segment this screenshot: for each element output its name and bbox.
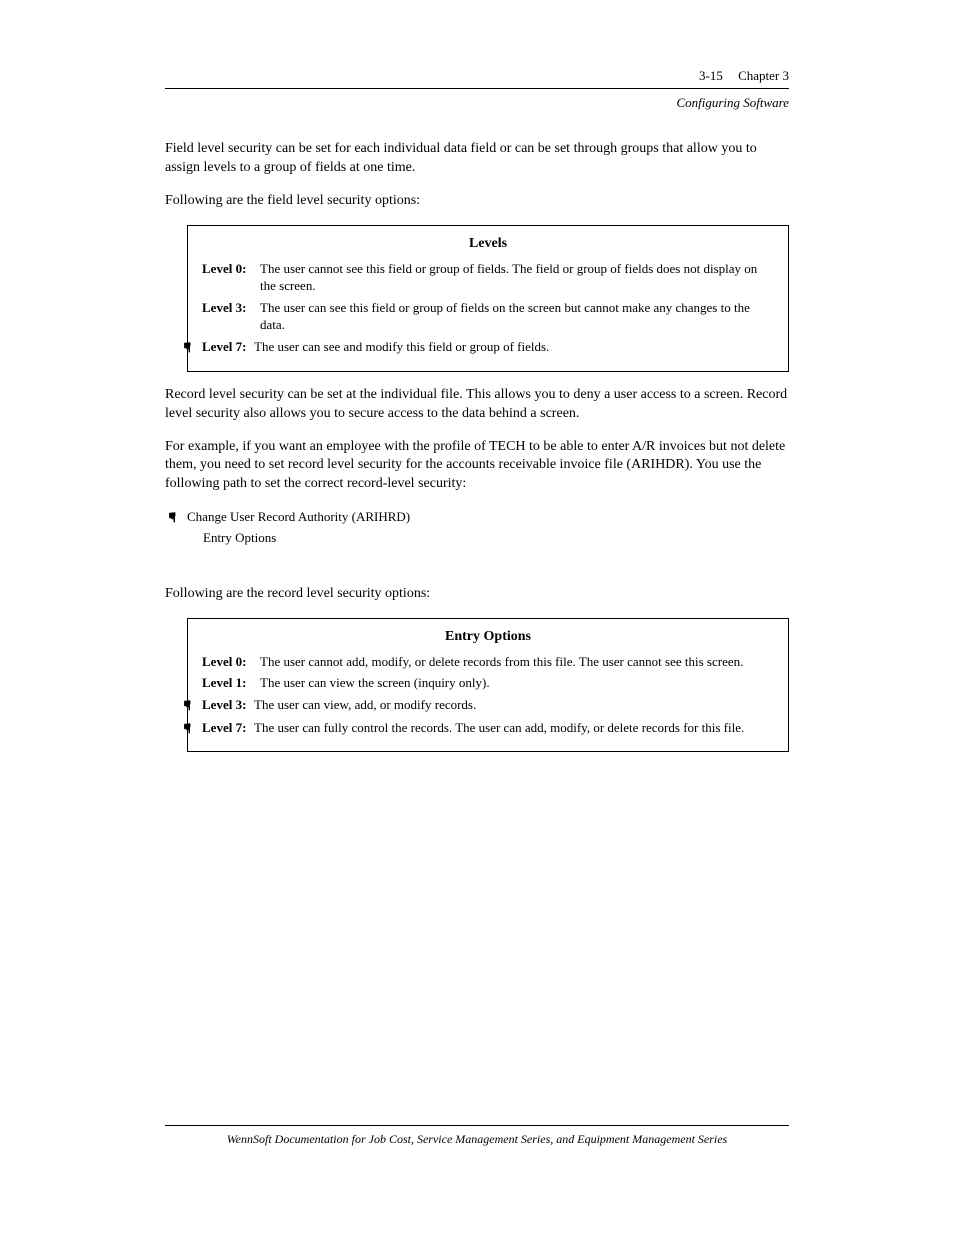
page-header: 3-15 Chapter 3 Configuring Software [165,68,789,111]
levels-box: Levels Level 0: The user cannot see this… [187,225,789,372]
pointer-icon: ☛ [178,698,197,712]
page-footer: WennSoft Documentation for Job Cost, Ser… [165,1125,789,1147]
page-content: Field level security can be set for each… [165,140,789,766]
level-desc: The user can view the screen (inquiry on… [260,674,774,692]
level-row: ☛ Level 7: The user can see and modify t… [202,338,774,357]
level-desc: The user can view, add, or modify record… [254,696,774,714]
path-line: Change User Record Authority (ARIHRD) [187,508,410,526]
level-desc: The user cannot see this field or group … [260,260,774,295]
pointer-icon: ☛ [178,721,197,735]
chapter-label: Chapter 3 [738,68,789,83]
level-desc: The user can see this field or group of … [260,299,774,334]
entry-options-box: Entry Options Level 0: The user cannot a… [187,618,789,753]
footer-rule [165,1125,789,1126]
path-block: ☛ Change User Record Authority (ARIHRD) … [187,508,789,546]
header-rule [165,88,789,89]
level-desc: The user cannot add, modify, or delete r… [260,653,774,671]
paragraph: Following are the field level security o… [165,192,789,211]
level-label: Level 3: [202,696,254,714]
level-label: Level 7: [202,719,254,737]
pointer-icon: ☛ [178,340,197,354]
page-number: 3-15 [699,68,723,83]
pointer-icon: ☛ [163,511,182,525]
footer-text: WennSoft Documentation for Job Cost, Ser… [165,1132,789,1147]
level-row: Level 1: The user can view the screen (i… [202,674,774,692]
level-label: Level 1: [202,674,260,692]
box-title: Entry Options [202,629,774,645]
paragraph: Field level security can be set for each… [165,140,789,178]
level-row: ☛ Level 7: The user can fully control th… [202,719,774,738]
level-desc: The user can see and modify this field o… [254,338,774,356]
level-label: Level 7: [202,338,254,356]
level-row: Level 0: The user cannot add, modify, or… [202,653,774,671]
level-desc: The user can fully control the records. … [254,719,774,737]
level-label: Level 0: [202,653,260,671]
paragraph: For example, if you want an employee wit… [165,438,789,495]
paragraph: Record level security can be set at the … [165,386,789,424]
level-row: ☛ Level 3: The user can view, add, or mo… [202,696,774,715]
level-row: Level 3: The user can see this field or … [202,299,774,334]
level-label: Level 0: [202,260,260,278]
header-subtitle: Configuring Software [165,95,789,111]
path-line: Entry Options [203,529,276,547]
level-row: Level 0: The user cannot see this field … [202,260,774,295]
level-label: Level 3: [202,299,260,317]
box-title: Levels [202,236,774,252]
paragraph: Following are the record level security … [165,585,789,604]
